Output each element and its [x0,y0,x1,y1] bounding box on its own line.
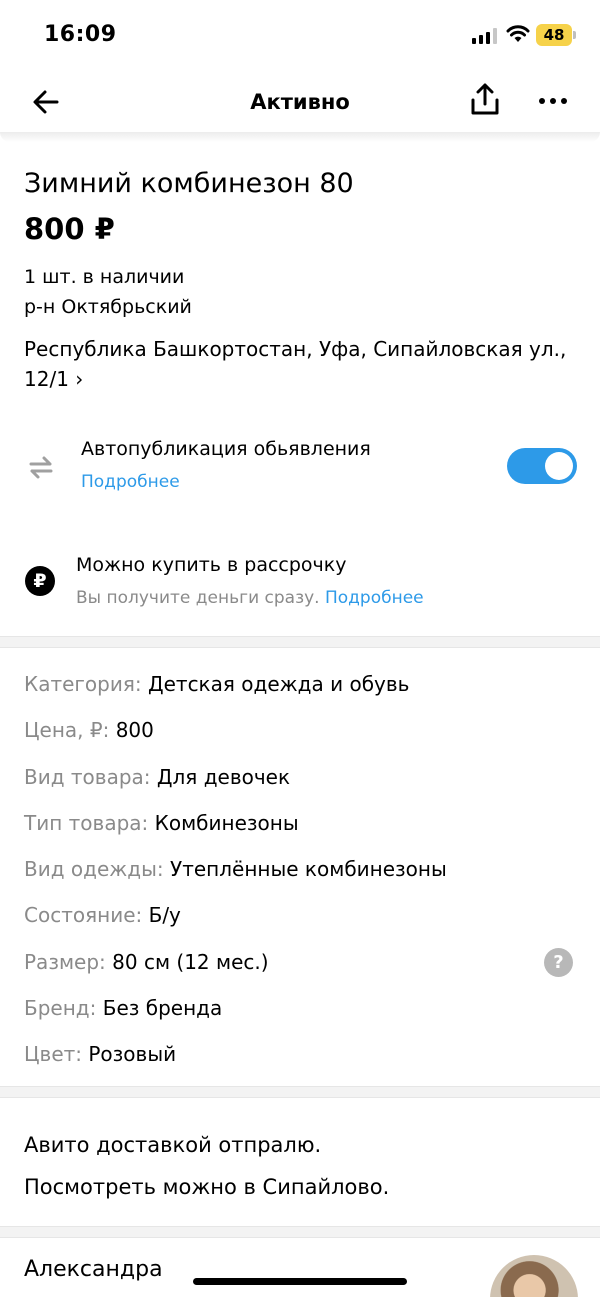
param-key: Цвет: [24,1042,83,1067]
section-divider [0,1086,600,1098]
nav-bar: Активно [0,70,600,134]
address-link[interactable]: Республика Башкортостан, Уфа, Сипайловск… [24,334,569,394]
params-list: Категория: Детская одежда и обувь Цена, … [24,664,584,1081]
param-row-size: Размер: 80 см (12 мес.)? [24,942,584,988]
autopublish-toggle[interactable] [507,448,577,484]
district: р-н Октябрьский [24,296,192,318]
param-key: Тип товара: [24,810,149,835]
repeat-icon [29,456,53,479]
header-shadow [0,132,600,142]
signal-icon [472,28,497,44]
param-value: Без бренда [102,996,223,1021]
param-value: Для девочек [156,764,291,789]
listing-price: 800 ₽ [24,212,115,246]
section-divider [0,636,600,648]
page-title: Активно [250,90,350,114]
param-value: 80 см (12 мес.) [112,949,269,974]
autopublish-more-link[interactable]: Подробнее [81,472,180,492]
description-line: Посмотреть можно в Сипайлово. [24,1175,390,1199]
installment-more-link[interactable]: Подробнее [325,588,424,608]
param-row-brand: Бренд: Без бренда [24,988,584,1034]
section-divider [0,1226,600,1238]
param-row-goods-type: Тип товара: Комбинезоны [24,803,584,849]
param-row-goods-kind: Вид товара: Для девочек [24,757,584,803]
param-value: Утеплённые комбинезоны [170,857,447,882]
status-bar: 16:09 48 [0,0,600,70]
home-indicator [193,1278,407,1285]
share-icon[interactable] [468,82,502,118]
wifi-icon [506,25,530,42]
seller-name: Александра [24,1257,163,1282]
more-dots-icon[interactable] [536,86,570,116]
autopublish-title: Автопубликация обьявления [81,438,371,460]
autopublish-row: Автопубликация обьявления Подробнее [0,430,600,500]
toggle-knob [545,452,573,480]
param-row-price: Цена, ₽: 800 [24,710,584,756]
battery-indicator: 48 [536,24,576,46]
param-row-color: Цвет: Розовый [24,1034,584,1080]
installment-title: Можно купить в рассрочку [76,554,347,576]
installment-subtitle-text: Вы получите деньги сразу. [76,588,325,608]
param-key: Вид товара: [24,764,151,789]
installment-row: ₽ Можно купить в рассрочку Вы получите д… [0,548,600,618]
param-key: Категория: [24,672,142,696]
param-value: Розовый [88,1042,177,1067]
param-value: Детская одежда и обувь [147,672,410,696]
param-value: Б/у [148,903,181,928]
param-key: Размер: [24,949,106,974]
description-line: Авито доставкой отпралю. [24,1133,322,1157]
question-icon[interactable]: ? [544,947,573,977]
param-row-category: Категория: Детская одежда и обувь [24,664,584,710]
param-value: 800 [115,718,154,743]
installment-subtitle: Вы получите деньги сразу. Подробнее [76,588,424,608]
param-value: Комбинезоны [154,810,299,835]
seller-card[interactable]: Александра [0,1240,600,1297]
param-key: Вид одежды: [24,857,164,882]
description: Авито доставкой отпралю. Посмотреть можн… [24,1124,584,1208]
arrow-left-icon[interactable] [30,86,62,118]
stock-info: 1 шт. в наличии [24,266,185,288]
param-row-clothing-kind: Вид одежды: Утеплённые комбинезоны [24,849,584,895]
param-key: Бренд: [24,996,97,1021]
status-time: 16:09 [44,22,117,47]
param-row-condition: Состояние: Б/у [24,895,584,941]
avatar[interactable] [490,1255,578,1297]
battery-level: 48 [543,26,565,44]
listing-title: Зимний комбинезон 80 [24,168,354,199]
param-key: Цена, ₽: [24,718,110,743]
param-key: Состояние: [24,903,143,928]
ruble-icon: ₽ [25,566,55,596]
